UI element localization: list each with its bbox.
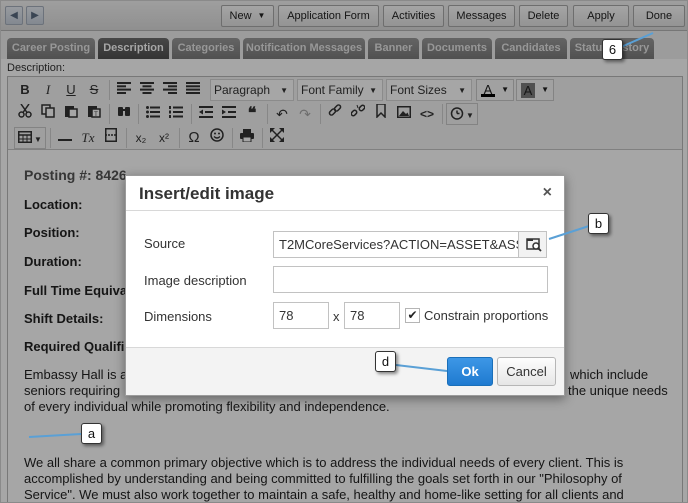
cancel-button[interactable]: Cancel <box>497 357 556 386</box>
source-label: Source <box>144 236 186 251</box>
callout-b: b <box>588 213 609 234</box>
browse-button[interactable] <box>518 231 547 258</box>
dimension-separator: x <box>333 309 340 324</box>
dimensions-label: Dimensions <box>144 309 212 324</box>
constrain-proportions-label[interactable]: Constrain proportions <box>424 308 548 323</box>
dialog-footer: Ok Cancel <box>126 347 564 395</box>
browse-folder-icon <box>526 238 542 252</box>
callout-d: d <box>375 351 396 372</box>
source-input[interactable]: T2MCoreServices?ACTION=ASSET&ASSET <box>273 231 519 258</box>
height-input[interactable]: 78 <box>344 302 400 329</box>
callout-a: a <box>81 423 102 444</box>
image-description-label: Image description <box>144 273 247 288</box>
width-input[interactable]: 78 <box>273 302 329 329</box>
ok-button[interactable]: Ok <box>447 357 493 386</box>
close-icon[interactable]: × <box>543 184 552 202</box>
dialog-header: Insert/edit image × <box>126 176 564 211</box>
constrain-proportions-checkbox[interactable]: ✔ <box>405 308 420 323</box>
dialog-title: Insert/edit image <box>139 184 275 203</box>
callout-6: 6 <box>602 39 623 60</box>
app-window: ◀ ▶ New ▼ Application Form Activities Mes… <box>0 0 688 503</box>
insert-edit-image-dialog: Insert/edit image × Source T2MCoreServic… <box>125 175 565 396</box>
image-description-input[interactable] <box>273 266 548 293</box>
